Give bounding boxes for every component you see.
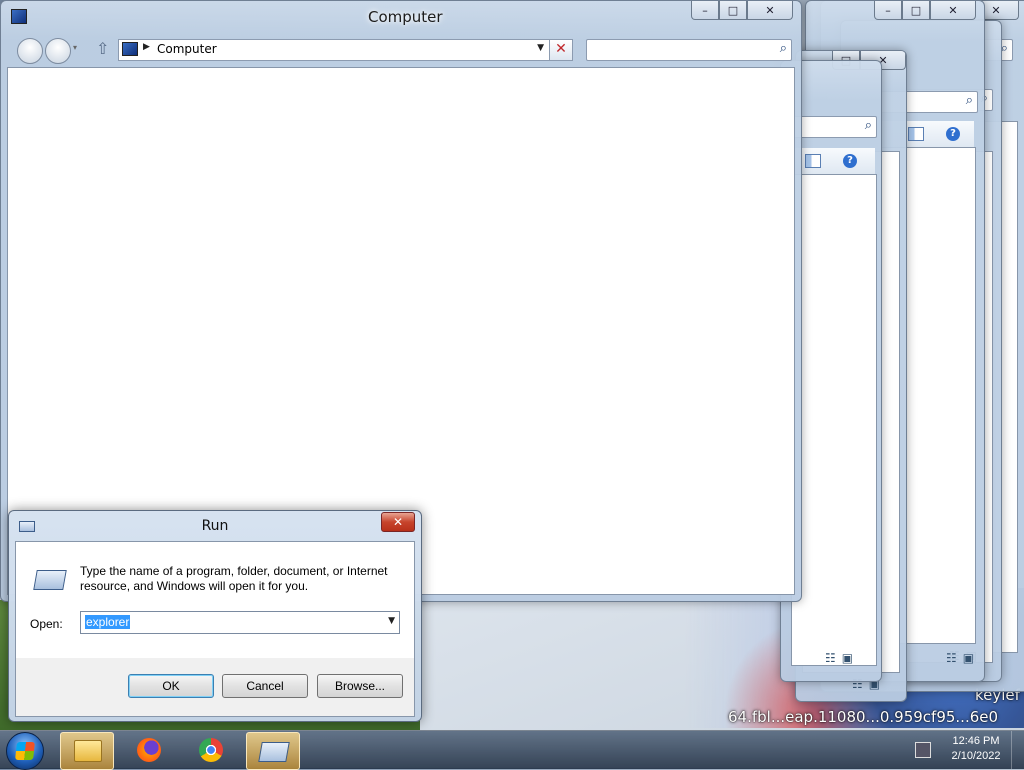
maximize-button[interactable]: □ [719, 1, 747, 20]
folder-icon [74, 740, 102, 762]
dialog-message: Type the name of a program, folder, docu… [80, 564, 388, 593]
clock-time: 12:46 PM [952, 735, 1000, 747]
chrome-icon [199, 738, 223, 762]
run-dialog[interactable]: Run ✕ Type the name of a program, folder… [8, 510, 422, 722]
close-button[interactable]: ✕ [930, 1, 976, 20]
view-toggle-icons[interactable]: ☷▣ [825, 651, 859, 665]
open-input-value[interactable]: explorer [85, 615, 131, 629]
dialog-body: Type the name of a program, folder, docu… [15, 541, 415, 717]
help-icon[interactable]: ? [946, 127, 960, 141]
chevron-down-icon[interactable]: ▼ [388, 616, 395, 626]
clock-date: 2/10/2022 [951, 750, 1001, 762]
network-icon[interactable] [915, 742, 931, 758]
dialog-title: Run [201, 518, 229, 534]
chevron-down-icon[interactable]: ▼ [537, 43, 544, 53]
taskbar-item-chrome[interactable] [186, 732, 238, 768]
desktop-wallpaper-text: 64.fbl...eap.11080...0.959cf95...6e0 [728, 708, 999, 726]
command-bar: ? [791, 148, 875, 175]
search-icon: ⌕ [779, 41, 787, 56]
start-button[interactable] [6, 732, 44, 770]
open-label: Open: [30, 617, 63, 631]
search-icon: ⌕ [965, 93, 973, 108]
show-desktop-button[interactable] [1011, 731, 1024, 769]
close-button[interactable]: ✕ [381, 512, 415, 532]
view-toggle-icons[interactable]: ☷▣ [946, 651, 980, 665]
minimize-button[interactable]: – [874, 1, 902, 20]
cancel-button[interactable]: Cancel [222, 674, 308, 698]
search-input[interactable]: ⌕ [586, 39, 792, 61]
preview-pane-icon[interactable] [908, 127, 924, 141]
window-content [791, 174, 877, 666]
maximize-button[interactable]: □ [902, 1, 930, 20]
system-clock[interactable]: 12:46 PM 2/10/2022 [945, 734, 1007, 764]
breadcrumb-chevron-icon[interactable]: ▶ [143, 42, 150, 52]
stop-button[interactable]: ✕ [549, 39, 573, 61]
search-icon: ⌕ [864, 118, 872, 133]
up-arrow-icon[interactable]: ⇧ [96, 39, 109, 58]
dialog-content: Type the name of a program, folder, docu… [16, 542, 414, 658]
open-combobox[interactable]: explorer ▼ [80, 611, 400, 634]
help-icon[interactable]: ? [843, 154, 857, 168]
search-input[interactable]: ⌕ [791, 116, 877, 138]
window-title: Computer [368, 8, 443, 26]
computer-icon [122, 42, 138, 56]
browse-button[interactable]: Browse... [317, 674, 403, 698]
run-icon [258, 742, 290, 762]
recent-pages-chevron-icon[interactable]: ▾ [73, 43, 77, 52]
window-controls: – □ ✕ [691, 1, 793, 21]
close-button[interactable]: ✕ [747, 1, 793, 20]
taskbar: 12:46 PM 2/10/2022 [0, 730, 1024, 770]
window-controls: – □ ✕ [874, 1, 976, 21]
taskbar-item-firefox[interactable] [124, 732, 176, 768]
run-icon [33, 570, 67, 590]
taskbar-item-run[interactable] [246, 732, 300, 770]
preview-pane-icon[interactable] [805, 154, 821, 168]
address-bar[interactable]: ▶ Computer ▼ [118, 39, 550, 61]
taskbar-item-explorer[interactable] [60, 732, 114, 770]
minimize-button[interactable]: – [691, 1, 719, 20]
computer-icon [11, 9, 27, 24]
breadcrumb-computer[interactable]: Computer [157, 42, 217, 56]
back-button[interactable] [17, 38, 43, 64]
forward-button[interactable] [45, 38, 71, 64]
firefox-icon [137, 738, 161, 762]
ok-button[interactable]: OK [128, 674, 214, 698]
windows-logo-icon [15, 742, 35, 760]
